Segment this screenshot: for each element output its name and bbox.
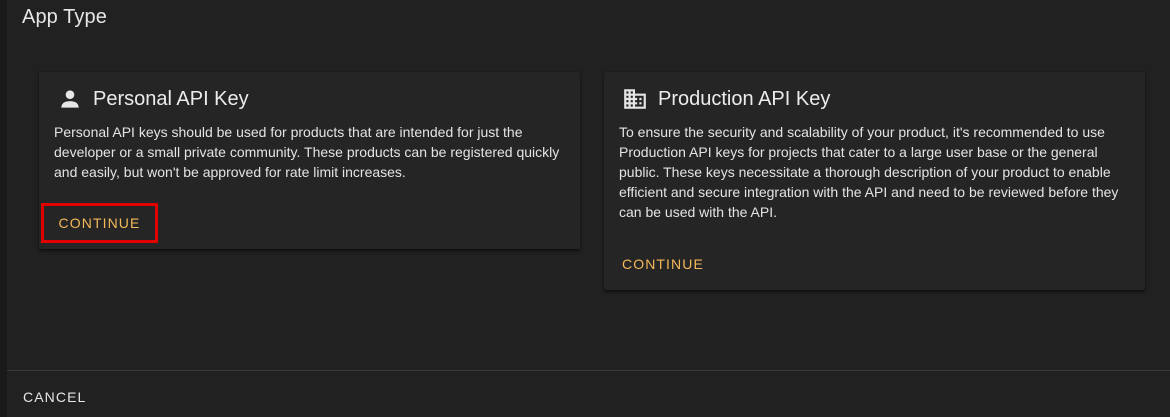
- personal-api-key-card: Personal API Key Personal API keys shoul…: [39, 72, 580, 249]
- person-icon: [57, 86, 83, 112]
- app-type-dialog: App Type Personal API Key Personal API k…: [7, 0, 1170, 417]
- card-description: To ensure the security and scalability o…: [619, 124, 1119, 220]
- card-title: Personal API Key: [93, 87, 249, 110]
- card-header: Production API Key: [622, 86, 830, 112]
- footer-divider: [7, 370, 1170, 371]
- building-icon: [622, 86, 648, 112]
- card-title: Production API Key: [658, 87, 831, 110]
- card-description: Personal API keys should be used for pro…: [54, 124, 560, 180]
- continue-button-personal[interactable]: CONTINUE: [41, 203, 158, 243]
- dialog-title: App Type: [22, 6, 107, 28]
- production-api-key-card: Production API Key To ensure the securit…: [604, 72, 1145, 290]
- backdrop-edge: [0, 0, 7, 417]
- cancel-button[interactable]: CANCEL: [23, 387, 86, 407]
- card-header: Personal API Key: [57, 86, 249, 112]
- continue-button-production[interactable]: CONTINUE: [622, 254, 704, 274]
